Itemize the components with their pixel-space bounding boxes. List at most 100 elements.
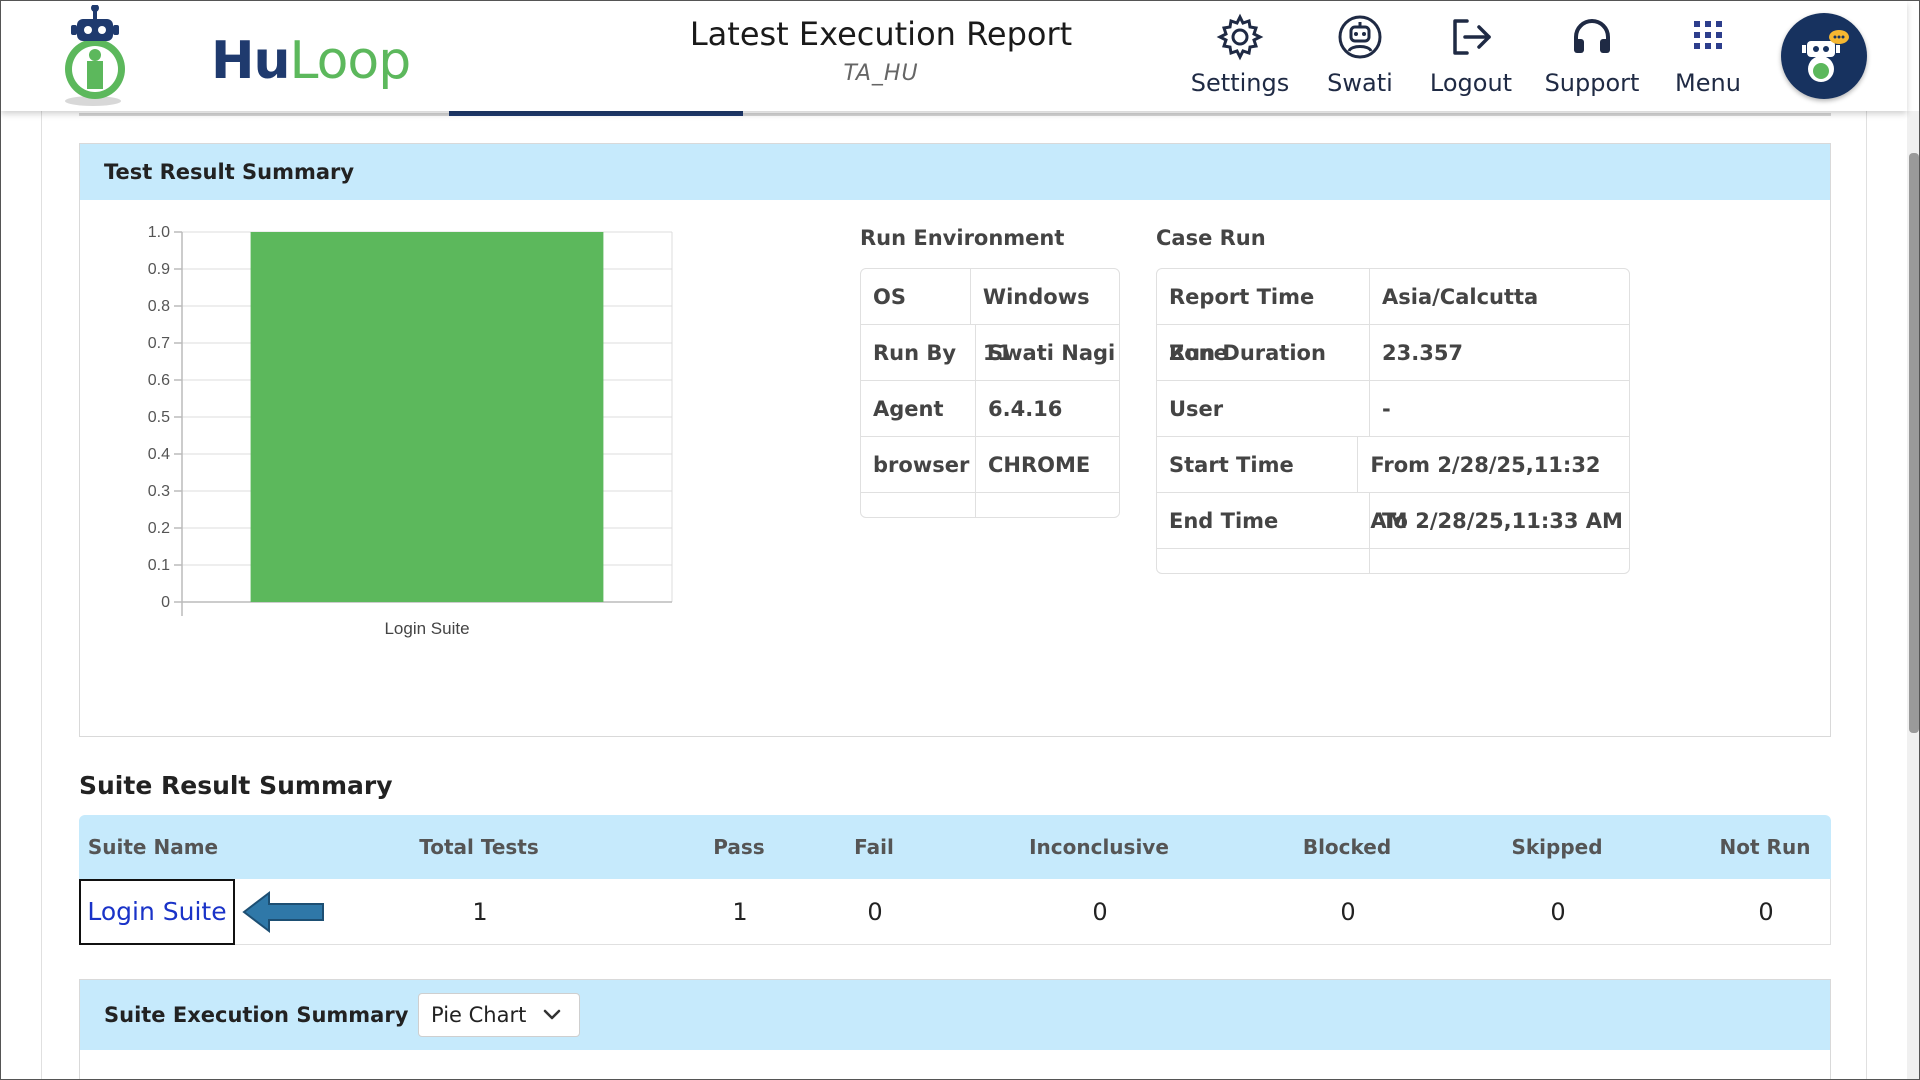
- case-value: To 2/28/25,11:33 AM: [1382, 509, 1623, 533]
- y-tick-label: 0.2: [148, 520, 170, 537]
- y-tick-label: 0.4: [148, 446, 170, 463]
- report-window: HuLoop Latest Execution Report TA_HU Set…: [0, 0, 1920, 1080]
- scrollbar-thumb[interactable]: [1909, 153, 1919, 733]
- y-tick-label: 0.3: [148, 483, 170, 500]
- bar: [250, 232, 604, 602]
- gear-icon: [1216, 13, 1264, 61]
- col-total-tests[interactable]: Total Tests: [369, 815, 589, 879]
- env-key: Run By: [861, 325, 976, 380]
- cell-not-run: 0: [1758, 898, 1774, 926]
- report-title-block: Latest Execution Report TA_HU: [641, 15, 1121, 86]
- suite-result-table: Suite Name Total Tests Pass Fail Inconcl…: [79, 815, 1831, 945]
- case-run-table: Report Time Zone Asia/Calcutta Run Durati…: [1156, 268, 1630, 574]
- nav-label-menu: Menu: [1675, 69, 1741, 97]
- table-row-empty: [1157, 549, 1629, 573]
- table-row: User -: [1157, 381, 1629, 437]
- nav-label-logout: Logout: [1429, 69, 1513, 97]
- case-key: Report Time Zone: [1157, 269, 1370, 365]
- table-row: Start Time From 2/28/25,11:32 AM: [1157, 437, 1629, 533]
- run-environment-table: OS Windows 11 Run By Swati Nagi Agent 6.4.1…: [860, 268, 1120, 518]
- nav-support[interactable]: Support: [1541, 11, 1643, 101]
- env-value: Swati Nagi: [988, 341, 1116, 365]
- case-key-empty: [1157, 549, 1370, 573]
- huloop-logo[interactable]: HuLoop: [63, 4, 411, 106]
- col-blocked[interactable]: Blocked: [1277, 815, 1417, 879]
- table-row: 1 1 0 0 0 0 0: [79, 879, 1831, 945]
- case-key: User: [1157, 381, 1370, 436]
- env-key-empty: [861, 493, 976, 517]
- col-not-run[interactable]: Not Run: [1695, 815, 1835, 879]
- assistant-avatar[interactable]: [1781, 13, 1867, 99]
- table-row: Run By Swati Nagi: [861, 325, 1119, 381]
- nav-menu[interactable]: Menu: [1665, 11, 1751, 101]
- chevron-down-icon: [543, 1009, 561, 1020]
- suite-table-header: Suite Name Total Tests Pass Fail Inconcl…: [79, 815, 1831, 879]
- y-tick-label: 0: [161, 594, 170, 611]
- content-left-border: [41, 111, 42, 1079]
- y-tick-label: 0.5: [148, 409, 170, 426]
- col-pass[interactable]: Pass: [694, 815, 784, 879]
- y-tick-label: 1.0: [148, 224, 170, 241]
- case-key: End Time: [1157, 493, 1370, 548]
- top-header: HuLoop Latest Execution Report TA_HU Set…: [1, 1, 1907, 111]
- table-row-empty: [861, 493, 1119, 517]
- nav-label-support: Support: [1544, 69, 1640, 97]
- login-suite-link[interactable]: Login Suite: [79, 879, 235, 945]
- case-value: Asia/Calcutta: [1382, 285, 1539, 309]
- nav-settings[interactable]: Settings: [1181, 11, 1299, 101]
- case-run-label: Case Run: [1156, 226, 1266, 250]
- table-row: End Time To 2/28/25,11:33 AM: [1157, 493, 1629, 549]
- headset-icon: [1574, 19, 1610, 53]
- col-fail[interactable]: Fail: [829, 815, 919, 879]
- logo-loop: Loop: [289, 31, 412, 91]
- table-row: Run Duration 23.357: [1157, 325, 1629, 381]
- case-value-empty: [1370, 549, 1382, 573]
- env-value: 6.4.16: [988, 397, 1063, 421]
- user-robot-icon: [1338, 15, 1382, 59]
- nav-user[interactable]: Swati: [1319, 11, 1401, 101]
- suite-result-summary-title: Suite Result Summary: [79, 771, 393, 800]
- logo-wordmark: HuLoop: [211, 31, 412, 91]
- env-value: CHROME: [988, 453, 1091, 477]
- col-suite-name[interactable]: Suite Name: [79, 815, 227, 879]
- y-tick-label: 0.1: [148, 557, 170, 574]
- case-value: 23.357: [1382, 341, 1464, 365]
- table-row: Report Time Zone Asia/Calcutta: [1157, 269, 1629, 365]
- table-row: Agent 6.4.16: [861, 381, 1119, 437]
- content-right-border: [1866, 111, 1867, 1079]
- nav-logout[interactable]: Logout: [1423, 11, 1519, 101]
- col-inconclusive[interactable]: Inconclusive: [999, 815, 1199, 879]
- env-key: Agent: [861, 381, 976, 436]
- logo-hu: Hu: [211, 31, 291, 91]
- env-key: browser: [861, 437, 976, 492]
- table-row: browser CHROME: [861, 437, 1119, 493]
- suite-execution-summary-header: Suite Execution Summary Pie Chart: [80, 980, 1830, 1050]
- cell-blocked: 0: [1340, 898, 1356, 926]
- chart-type-dropdown[interactable]: Pie Chart: [418, 993, 580, 1037]
- case-key: Start Time: [1157, 437, 1359, 492]
- case-key: Run Duration: [1157, 325, 1370, 380]
- nav-label-settings: Settings: [1190, 69, 1290, 97]
- suite-execution-summary-title: Suite Execution Summary: [104, 1003, 409, 1027]
- cell-fail: 0: [867, 898, 883, 926]
- suite-execution-summary-panel: Suite Execution Summary Pie Chart: [79, 979, 1831, 1079]
- case-value: From 2/28/25,11:32 AM: [1370, 453, 1601, 533]
- y-tick-label: 0.9: [148, 261, 170, 278]
- run-environment-label: Run Environment: [860, 226, 1065, 250]
- project-subtitle: TA_HU: [843, 61, 919, 86]
- cell-pass: 1: [732, 898, 748, 926]
- env-value-empty: [976, 493, 988, 517]
- tab-underline: [79, 113, 1831, 116]
- col-skipped[interactable]: Skipped: [1487, 815, 1627, 879]
- test-result-summary-title: Test Result Summary: [80, 144, 1830, 200]
- y-tick-label: 0.6: [148, 372, 170, 389]
- nav-label-user: Swati: [1327, 69, 1393, 97]
- cell-skipped: 0: [1550, 898, 1566, 926]
- x-tick-label: Login Suite: [384, 619, 469, 638]
- pointer-arrow-icon: [242, 890, 324, 934]
- active-tab-indicator[interactable]: [449, 111, 743, 116]
- page-title: Latest Execution Report: [689, 15, 1073, 53]
- cell-inconclusive: 0: [1092, 898, 1108, 926]
- case-value: -: [1382, 397, 1391, 421]
- grid-icon: [1694, 21, 1722, 49]
